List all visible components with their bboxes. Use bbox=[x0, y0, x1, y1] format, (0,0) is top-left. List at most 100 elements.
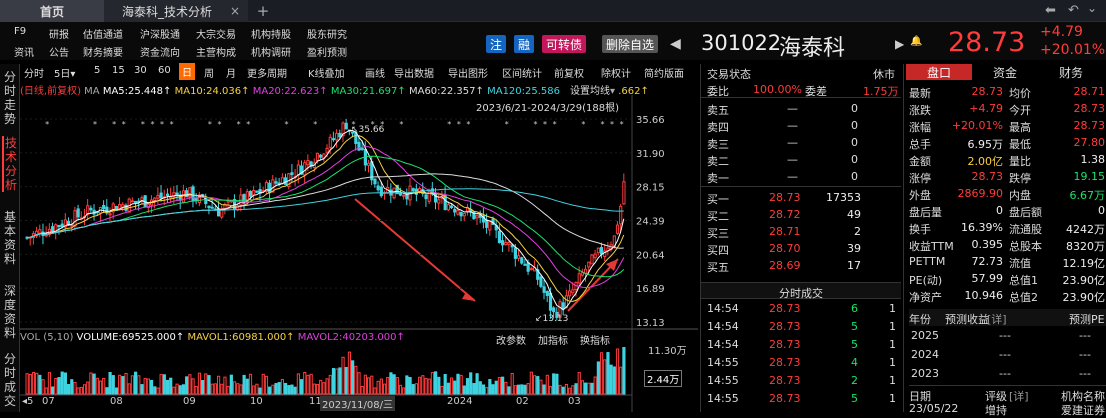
ma120-line bbox=[26, 188, 624, 239]
ask-row[interactable]: 卖五 — 0 bbox=[701, 100, 901, 117]
quote-row: PETTM 72.73 流值 12.19亿 bbox=[909, 253, 1106, 270]
event-marker[interactable]: * bbox=[170, 120, 174, 129]
event-marker[interactable]: * bbox=[505, 120, 509, 129]
volume-legend: VOL (5,10) VOLUME:69525.000↑ MAVOL1:6098… bbox=[20, 332, 405, 343]
bell-icon[interactable]: 🔔 bbox=[910, 36, 922, 47]
volume-bar bbox=[194, 385, 198, 395]
ma5-legend[interactable]: MA5:25.448↑ bbox=[103, 86, 172, 97]
back-icon[interactable]: ⬅ bbox=[1045, 3, 1056, 18]
nav-deep-info[interactable]: 深度资料 bbox=[2, 284, 18, 340]
event-marker[interactable]: * bbox=[217, 120, 221, 129]
volume-bar bbox=[207, 375, 211, 395]
tab-stock[interactable]: 海泰科_技术分析 × bbox=[104, 0, 248, 22]
bid-row[interactable]: 买四 28.70 39 bbox=[701, 240, 901, 257]
candle bbox=[516, 255, 521, 259]
event-marker[interactable]: * bbox=[581, 120, 585, 129]
vol-legend-item[interactable]: VOL (5,10) bbox=[20, 332, 73, 343]
event-marker[interactable]: * bbox=[533, 120, 537, 129]
bid-row[interactable]: 买五 28.69 17 bbox=[701, 257, 901, 274]
ma20-legend[interactable]: MA20:22.623↑ bbox=[253, 86, 328, 97]
ma-setting[interactable]: 设置均线▾ .662↑ bbox=[570, 82, 698, 97]
event-marker[interactable]: * bbox=[208, 120, 212, 129]
menu-fund-flow[interactable]: 资金流向 bbox=[140, 44, 180, 59]
left-nav: 分时走势 技术分析 基本资料 深度资料 分时成交 bbox=[0, 64, 20, 412]
event-marker[interactable]: * bbox=[447, 120, 451, 129]
event-marker[interactable]: * bbox=[93, 120, 97, 129]
event-marker[interactable]: * bbox=[285, 120, 289, 129]
event-marker[interactable]: * bbox=[112, 120, 116, 129]
event-marker[interactable]: * bbox=[122, 120, 126, 129]
candle bbox=[226, 200, 230, 203]
event-marker[interactable]: * bbox=[150, 120, 154, 129]
add-indicator-button[interactable]: 加指标 bbox=[538, 332, 568, 347]
event-marker[interactable]: * bbox=[466, 120, 470, 129]
event-marker[interactable]: * bbox=[246, 120, 250, 129]
bid-row[interactable]: 买三 28.71 2 bbox=[701, 223, 901, 240]
menu-news[interactable]: 资讯 bbox=[14, 44, 34, 59]
nav-intraday[interactable]: 分时走势 bbox=[2, 70, 18, 126]
event-marker[interactable]: * bbox=[313, 120, 317, 129]
tab-funds[interactable]: 资金 bbox=[972, 64, 1038, 80]
menu-valuation[interactable]: 估值通道 bbox=[83, 26, 123, 41]
event-marker[interactable]: * bbox=[553, 120, 557, 129]
event-marker[interactable]: * bbox=[620, 120, 624, 129]
ask-row[interactable]: 卖三 — 0 bbox=[701, 134, 901, 151]
kline-chart[interactable]: 35.66 31.90 28.15 24.39 20.64 16.89 13.13 * * * *… bbox=[20, 64, 698, 412]
ma-legend-item[interactable]: MA bbox=[84, 86, 99, 97]
quote-value: 2.00亿 bbox=[967, 155, 1004, 168]
forecast-detail-link[interactable]: [详] bbox=[987, 311, 1007, 327]
event-marker[interactable]: * bbox=[399, 120, 403, 129]
add-tab-icon[interactable]: + bbox=[252, 0, 274, 22]
chevron-down-icon[interactable]: ⌄ bbox=[1087, 1, 1097, 15]
menu-block-trade[interactable]: 大宗交易 bbox=[196, 26, 236, 41]
zhu-badge[interactable]: 注 bbox=[486, 35, 507, 53]
convertible-bond-button[interactable]: 可转债 bbox=[542, 35, 587, 53]
ma30-legend[interactable]: MA30:21.697↑ bbox=[331, 86, 406, 97]
event-marker[interactable]: * bbox=[610, 120, 614, 129]
candle bbox=[175, 192, 179, 195]
event-marker[interactable]: * bbox=[160, 120, 164, 129]
bid-label: 买一 bbox=[707, 193, 729, 206]
bid-row[interactable]: 买一 28.73 17353 bbox=[701, 189, 901, 206]
edit-params-button[interactable]: 改参数 bbox=[496, 332, 526, 347]
undo-icon[interactable]: ↶ bbox=[1068, 3, 1079, 18]
ask-row[interactable]: 卖二 — 0 bbox=[701, 151, 901, 168]
event-marker[interactable]: * bbox=[543, 120, 547, 129]
bid-row[interactable]: 买二 28.72 49 bbox=[701, 206, 901, 223]
menu-business[interactable]: 主营构成 bbox=[196, 44, 236, 59]
switch-indicator-button[interactable]: 换指标 bbox=[580, 332, 610, 347]
volume-bar bbox=[271, 384, 275, 395]
delete-favorite-button[interactable]: 删除自选 bbox=[602, 35, 659, 53]
ask-row[interactable]: 卖一 — 0 bbox=[701, 168, 901, 185]
ma10-legend[interactable]: MA10:24.036↑ bbox=[175, 86, 250, 97]
event-marker[interactable]: * bbox=[237, 120, 241, 129]
event-marker[interactable]: * bbox=[600, 120, 604, 129]
candle bbox=[331, 138, 336, 141]
menu-inst-holding[interactable]: 机构持股 bbox=[251, 26, 291, 41]
event-marker[interactable]: * bbox=[141, 120, 145, 129]
rong-badge[interactable]: 融 bbox=[514, 35, 535, 53]
prev-stock-icon[interactable]: ◀ bbox=[670, 36, 681, 52]
tab-order-book[interactable]: 盘口 bbox=[906, 64, 972, 80]
menu-shareholder[interactable]: 股东研究 bbox=[307, 26, 347, 41]
menu-inst-research[interactable]: 机构调研 bbox=[251, 44, 291, 59]
menu-hk-connect[interactable]: 沪深股通 bbox=[140, 26, 180, 41]
menu-forecast[interactable]: 盈利预测 bbox=[307, 44, 347, 59]
close-icon[interactable]: × bbox=[230, 4, 240, 18]
menu-announcement[interactable]: 公告 bbox=[49, 44, 69, 59]
menu-finance-summary[interactable]: 财务摘要 bbox=[83, 44, 123, 59]
ma120-legend[interactable]: MA120:25.586 bbox=[487, 86, 560, 97]
nav-ticks[interactable]: 分时成交 bbox=[2, 352, 18, 408]
kline-svg[interactable]: 35.66 31.90 28.15 24.39 20.64 16.89 13.13 * * * *… bbox=[20, 64, 698, 412]
next-stock-icon[interactable]: ▶ bbox=[895, 37, 904, 51]
menu-research[interactable]: 研报 bbox=[49, 26, 69, 41]
nav-technical[interactable]: 技术分析 bbox=[2, 136, 18, 192]
ma60-legend[interactable]: MA60:22.357↑ bbox=[409, 86, 484, 97]
tab-finance[interactable]: 财务 bbox=[1038, 64, 1104, 80]
ask-row[interactable]: 卖四 — 0 bbox=[701, 117, 901, 134]
menu-f9[interactable]: F9 bbox=[14, 26, 26, 37]
event-marker[interactable]: * bbox=[45, 120, 49, 129]
tab-home[interactable]: 首页 bbox=[0, 0, 104, 22]
nav-basic-info[interactable]: 基本资料 bbox=[2, 210, 18, 266]
event-marker[interactable]: * bbox=[457, 120, 461, 129]
